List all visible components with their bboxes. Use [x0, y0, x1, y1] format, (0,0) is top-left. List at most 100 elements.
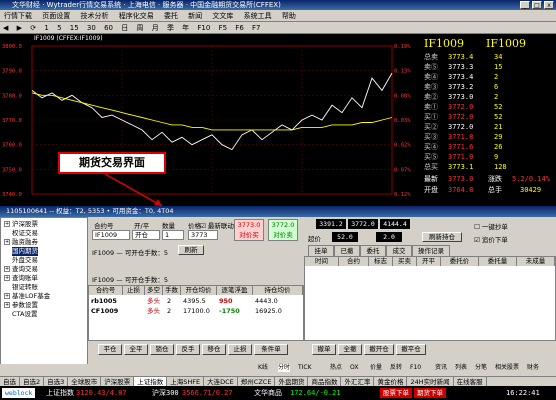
f5-button[interactable]: F5 [216, 22, 230, 34]
f6-button[interactable]: F6 [232, 22, 246, 34]
menu-item[interactable]: 系统工具 [240, 10, 276, 22]
view-tab[interactable]: K线 [258, 364, 268, 372]
col-header[interactable]: 委托量 [479, 257, 517, 266]
col-header[interactable]: 委托价 [441, 257, 479, 266]
price-input[interactable]: 3773 [188, 230, 218, 240]
roll-button[interactable]: 移仓 [202, 344, 226, 355]
auto-link-checkbox[interactable]: ☑ 最新联动 [200, 220, 234, 230]
f10-button[interactable]: F10 [194, 22, 213, 34]
tree-item-warrants[interactable]: 权证交易 [12, 229, 38, 238]
menu-item[interactable]: 技术分析 [76, 10, 112, 22]
oc-select[interactable]: 开仓 [132, 230, 160, 240]
close-button[interactable]: x [544, 1, 554, 9]
view-tab[interactable]: 价量 [370, 364, 382, 372]
intraday-chart[interactable]: 3800.0 0.19% 3790.0 0.13% 3780.0 0.08% 3770.0 0… [0, 34, 420, 206]
menu-item[interactable]: 新闻 [184, 10, 206, 22]
stop-loss-button[interactable]: 止损 [228, 344, 252, 355]
view-tab[interactable]: 分时 [278, 364, 291, 372]
period-5min-button[interactable]: 5 [54, 22, 64, 34]
col-header[interactable]: 合约号 [89, 286, 123, 295]
view-tab[interactable]: 热点 [330, 364, 342, 372]
period-quarter-button[interactable]: 季 [164, 22, 177, 34]
tree-item-a-shares[interactable]: + 沪深股票 [4, 220, 38, 229]
tree-item-query-trade[interactable]: + 查询交易 [4, 265, 38, 274]
tree-item-bank-transfer[interactable]: 银证转账 [12, 283, 38, 292]
period-week-button[interactable]: 周 [133, 22, 146, 34]
col-header[interactable]: 开仓均价 [181, 286, 217, 295]
period-15min-button[interactable]: 15 [67, 22, 82, 34]
maximize-button[interactable]: □ [532, 1, 542, 9]
qty-stepper[interactable]: 1 [162, 230, 184, 240]
tree-item-domestic-futures[interactable]: 国内期货 [12, 247, 38, 256]
view-tab[interactable]: OX [350, 364, 358, 372]
tab-orders[interactable]: 委托 [360, 245, 386, 256]
col-header[interactable]: 止损 [123, 286, 145, 295]
expand-icon[interactable]: + [4, 275, 10, 281]
col-header[interactable]: 未成量 [517, 257, 555, 266]
col-header[interactable]: 时间 [305, 257, 339, 266]
tree-item-lof[interactable]: + 基准LOF基金 [4, 292, 50, 301]
tree-item-margin[interactable]: + 融资融券 [4, 238, 38, 247]
cancel-open-button[interactable]: 撤开仓 [364, 344, 394, 355]
expand-icon[interactable]: + [4, 239, 10, 245]
reverse-button[interactable]: 反手 [176, 344, 200, 355]
back-icon[interactable]: ◀ [0, 22, 11, 34]
view-tab[interactable]: 资讯 [435, 364, 447, 372]
table-row-contract[interactable]: CF1009 [91, 307, 118, 316]
period-month-button[interactable]: 月 [149, 22, 162, 34]
close-all-button[interactable]: 全平 [124, 344, 148, 355]
col-header[interactable]: 开平 [417, 257, 441, 266]
close-position-button[interactable]: 平仓 [98, 344, 122, 355]
buy-button[interactable]: 3773.0 对价买 [234, 219, 264, 241]
view-tab[interactable]: 分笔 [475, 364, 487, 372]
view-tab[interactable]: 反转 [390, 364, 402, 372]
table-row-contract[interactable]: rb1005 [91, 297, 117, 306]
cancel-order-button[interactable]: 撤单 [312, 344, 336, 355]
refresh-icon[interactable]: ⟳ [27, 22, 39, 34]
col-header[interactable]: 多空 [145, 286, 163, 295]
view-tab[interactable]: F10 [410, 364, 421, 372]
cancel-close-button[interactable]: 撤平仓 [396, 344, 426, 355]
view-tab[interactable]: TICK [298, 364, 312, 372]
refresh-positions-button[interactable]: 刷新持仓 [422, 232, 462, 242]
lock-button[interactable]: 锁仓 [150, 344, 174, 355]
col-header[interactable]: 手数 [163, 286, 181, 295]
view-tab[interactable]: 列表 [455, 364, 467, 372]
menu-item[interactable]: 程序化交易 [115, 10, 158, 22]
period-day-button[interactable]: 日 [118, 22, 131, 34]
one-key-checkbox[interactable]: ☐ 一键抄单 [474, 221, 508, 231]
period-30min-button[interactable]: 30 [84, 22, 99, 34]
view-tab[interactable]: 相关股票 [495, 364, 519, 372]
menu-item[interactable]: 行情下载 [0, 10, 36, 22]
expand-icon[interactable]: + [4, 266, 10, 272]
col-header[interactable]: 持仓均价 [253, 286, 303, 295]
period-60min-button[interactable]: 60 [101, 22, 116, 34]
expand-icon[interactable]: + [4, 302, 10, 308]
view-tab[interactable]: 财务 [527, 364, 539, 372]
col-header[interactable]: 标志 [369, 257, 393, 266]
follow-price-checkbox[interactable]: ☑ 追价下单 [474, 234, 508, 244]
menu-item[interactable]: 帮助 [278, 10, 300, 22]
col-header[interactable]: 逐笔浮盈 [217, 286, 253, 295]
menu-item[interactable]: 页面设置 [38, 10, 74, 22]
expand-icon[interactable]: + [4, 293, 10, 299]
tree-item-params[interactable]: + 参数设置 [4, 301, 38, 310]
conditional-order-button[interactable]: 条件单 [254, 344, 288, 355]
stock-order-button[interactable]: 股票下单 [380, 388, 412, 398]
col-header[interactable]: 买卖 [393, 257, 417, 266]
futures-order-button[interactable]: 期货下单 [414, 388, 446, 398]
sell-button[interactable]: 3772.0 对价卖 [268, 219, 298, 241]
tree-item-foreign[interactable]: 外盘交易 [12, 256, 38, 265]
forward-icon[interactable]: ▶ [14, 22, 25, 34]
tab-cancelled[interactable]: 已撤 [334, 245, 360, 256]
tab-pending[interactable]: 挂单 [308, 245, 334, 256]
menu-item[interactable]: 文文库 [208, 10, 237, 22]
refresh-button[interactable]: 刷新 [178, 245, 204, 255]
expand-icon[interactable]: + [4, 221, 10, 227]
tree-item-cta[interactable]: CTA设置 [12, 310, 37, 319]
col-header[interactable]: 合约 [339, 257, 369, 266]
menu-item[interactable]: 委托 [160, 10, 182, 22]
contract-input[interactable]: IF1009 [92, 230, 130, 240]
tab-log[interactable]: 操作记录 [412, 245, 450, 256]
tree-item-query-bill[interactable]: + 查询账单 [4, 274, 38, 283]
